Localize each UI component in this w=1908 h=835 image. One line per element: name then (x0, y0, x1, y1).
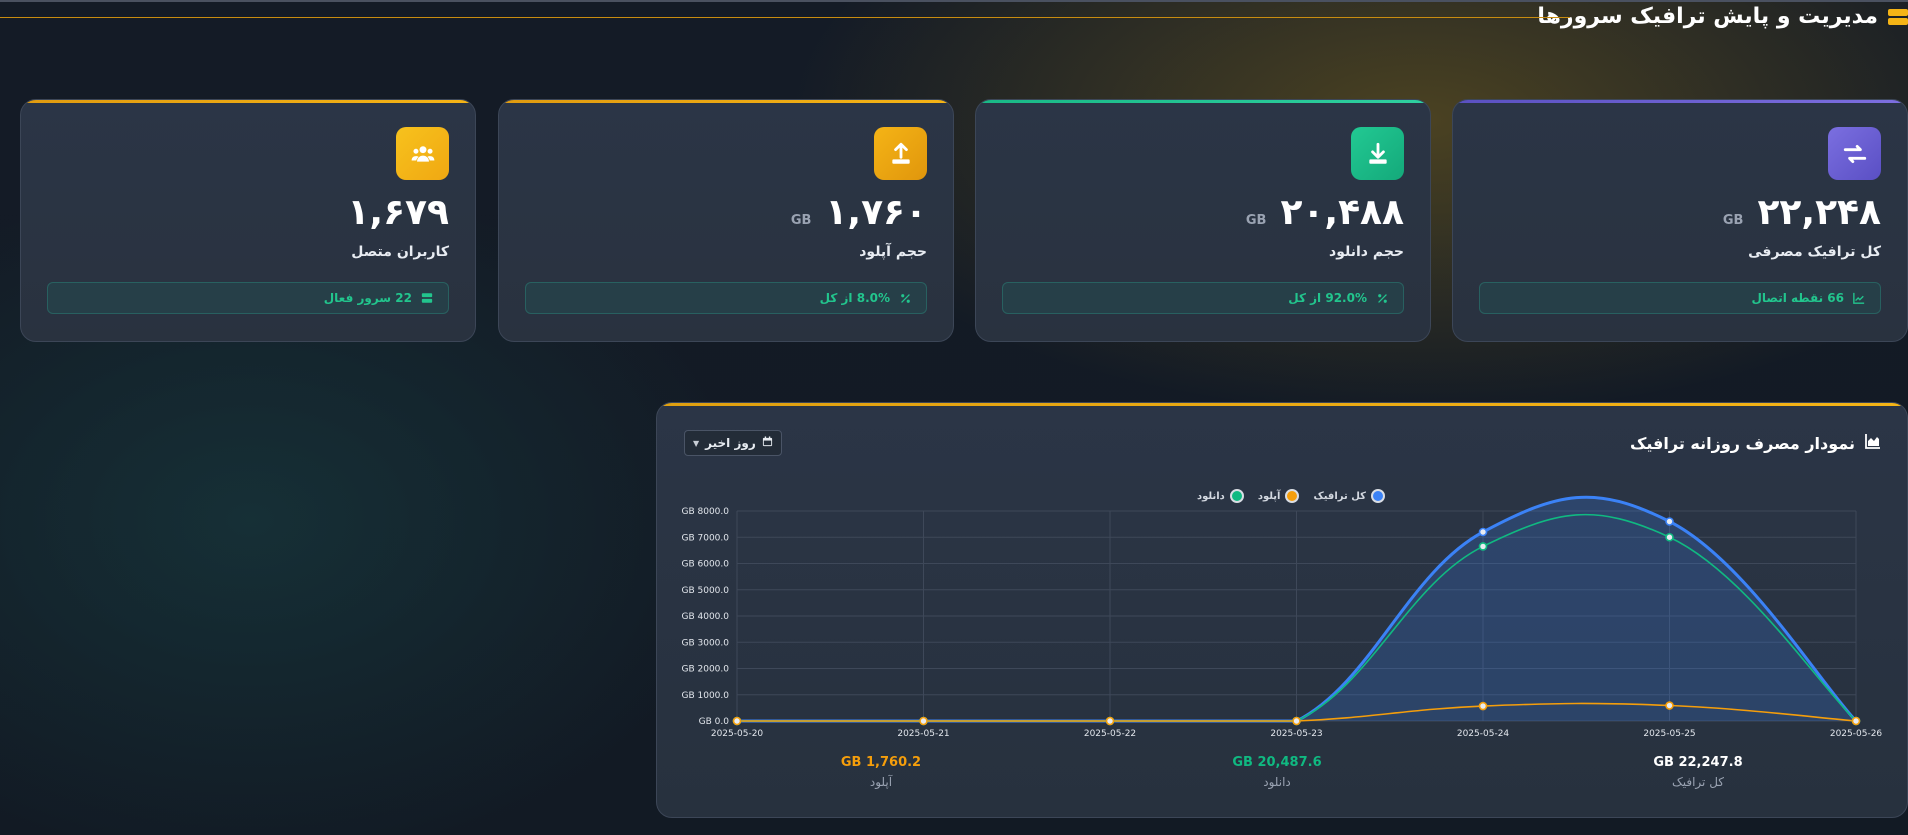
summary-value: GB 22,247.8 (1653, 755, 1743, 770)
x-tick-label: 2025-05-20 (711, 729, 764, 739)
stat-value: ۱,۶۷۹ (347, 192, 449, 233)
summary-value: GB 1,760.2 (840, 755, 922, 770)
stat-footer-badge: 92.0% از کل (1002, 282, 1404, 314)
summary-label: کل ترافیک (1671, 775, 1724, 789)
stat-footer-text: 66 نقطه اتصال (1751, 291, 1844, 305)
summary-download: GB 20,487.6 دانلود (1177, 755, 1377, 789)
card-value-row: ۲۲,۲۴۸ GB (1723, 192, 1881, 233)
y-tick-label: GB 0.0 (699, 717, 730, 727)
stat-value: ۱,۷۶۰ (825, 192, 927, 233)
y-tick-label: GB 1000.0 (681, 691, 729, 701)
exchange-icon (1828, 127, 1881, 180)
data-point (919, 716, 928, 726)
data-point (1292, 716, 1301, 726)
data-point (1665, 517, 1674, 526)
stat-unit: GB (790, 213, 812, 228)
stat-footer-text: 8.0% از کل (819, 291, 890, 305)
download-icon (1351, 127, 1404, 180)
summary-label: آپلود (869, 775, 893, 789)
stat-unit: GB (1722, 213, 1744, 228)
stat-card-upload: ۱,۷۶۰ GB حجم آپلود 8.0% از کل (498, 99, 954, 342)
data-point (1665, 532, 1674, 542)
header-divider (0, 17, 1570, 18)
stat-label: کل ترافیک مصرفی (1748, 244, 1881, 260)
page-header: مدیریت و پایش ترافیک سرورها (0, 2, 1908, 34)
y-tick-label: GB 2000.0 (681, 665, 729, 675)
data-point (1478, 701, 1488, 711)
x-tick-label: 2025-05-21 (897, 729, 949, 739)
server-icon (420, 291, 434, 305)
stat-card-total-traffic: ۲۲,۲۴۸ GB کل ترافیک مصرفی 66 نقطه اتصال (1452, 99, 1908, 342)
stat-unit: GB (1245, 213, 1267, 228)
stat-footer-badge: 66 نقطه اتصال (1479, 282, 1881, 314)
card-value-row: ۱,۶۷۹ (347, 192, 449, 233)
traffic-chart-panel: نمودار مصرف روزانه ترافیک روز اخیر ▼ کل … (656, 402, 1908, 818)
data-point (1665, 701, 1674, 710)
data-point (1851, 716, 1861, 726)
x-tick-label: 2025-05-25 (1643, 729, 1695, 739)
data-point (1478, 542, 1488, 551)
card-accent-bar (976, 100, 1430, 103)
stat-footer-badge: 22 سرور فعال (47, 282, 449, 314)
stat-card-download: ۲۰,۴۸۸ GB حجم دانلود 92.0% از کل (975, 99, 1431, 342)
card-accent-bar (21, 100, 475, 103)
page-title: مدیریت و پایش ترافیک سرورها (1537, 4, 1878, 29)
y-tick-label: GB 6000.0 (681, 560, 729, 570)
percent-icon (898, 291, 912, 305)
data-point (1105, 716, 1115, 726)
chart-line-icon (1852, 291, 1866, 305)
data-point (732, 716, 742, 726)
stat-footer-badge: 8.0% از کل (525, 282, 927, 314)
y-tick-label: GB 7000.0 (681, 533, 729, 543)
data-point (1478, 527, 1488, 537)
stat-card-users: ۱,۶۷۹ کاربران متصل 22 سرور فعال (20, 99, 476, 342)
summary-value: GB 20,487.6 (1232, 755, 1322, 770)
server-icon (1888, 9, 1908, 25)
card-accent-bar (1453, 100, 1907, 103)
y-tick-label: GB 8000.0 (681, 507, 729, 517)
summary-total: GB 22,247.8 کل ترافیک (1598, 755, 1798, 789)
stat-label: کاربران متصل (351, 244, 449, 260)
stat-value: ۲۲,۲۴۸ (1757, 192, 1881, 233)
stat-label: حجم دانلود (1329, 244, 1404, 260)
users-icon (396, 127, 449, 180)
upload-icon (874, 127, 927, 180)
card-value-row: ۲۰,۴۸۸ GB (1246, 192, 1404, 233)
x-tick-label: 2025-05-26 (1830, 729, 1883, 739)
y-tick-label: GB 3000.0 (681, 638, 729, 648)
stat-footer-text: 22 سرور فعال (323, 291, 412, 305)
y-tick-label: GB 4000.0 (681, 612, 729, 622)
summary-upload: GB 1,760.2 آپلود (781, 755, 981, 789)
stat-label: حجم آپلود (859, 244, 927, 260)
card-accent-bar (499, 100, 953, 103)
percent-icon (1375, 291, 1389, 305)
card-value-row: ۱,۷۶۰ GB (791, 192, 927, 233)
x-tick-label: 2025-05-23 (1270, 729, 1322, 739)
y-tick-label: GB 5000.0 (681, 586, 729, 596)
x-tick-label: 2025-05-22 (1084, 729, 1136, 739)
x-tick-label: 2025-05-24 (1457, 729, 1510, 739)
stat-value: ۲۰,۴۸۸ (1280, 192, 1404, 233)
summary-label: دانلود (1263, 775, 1291, 789)
stat-footer-text: 92.0% از کل (1288, 291, 1367, 305)
